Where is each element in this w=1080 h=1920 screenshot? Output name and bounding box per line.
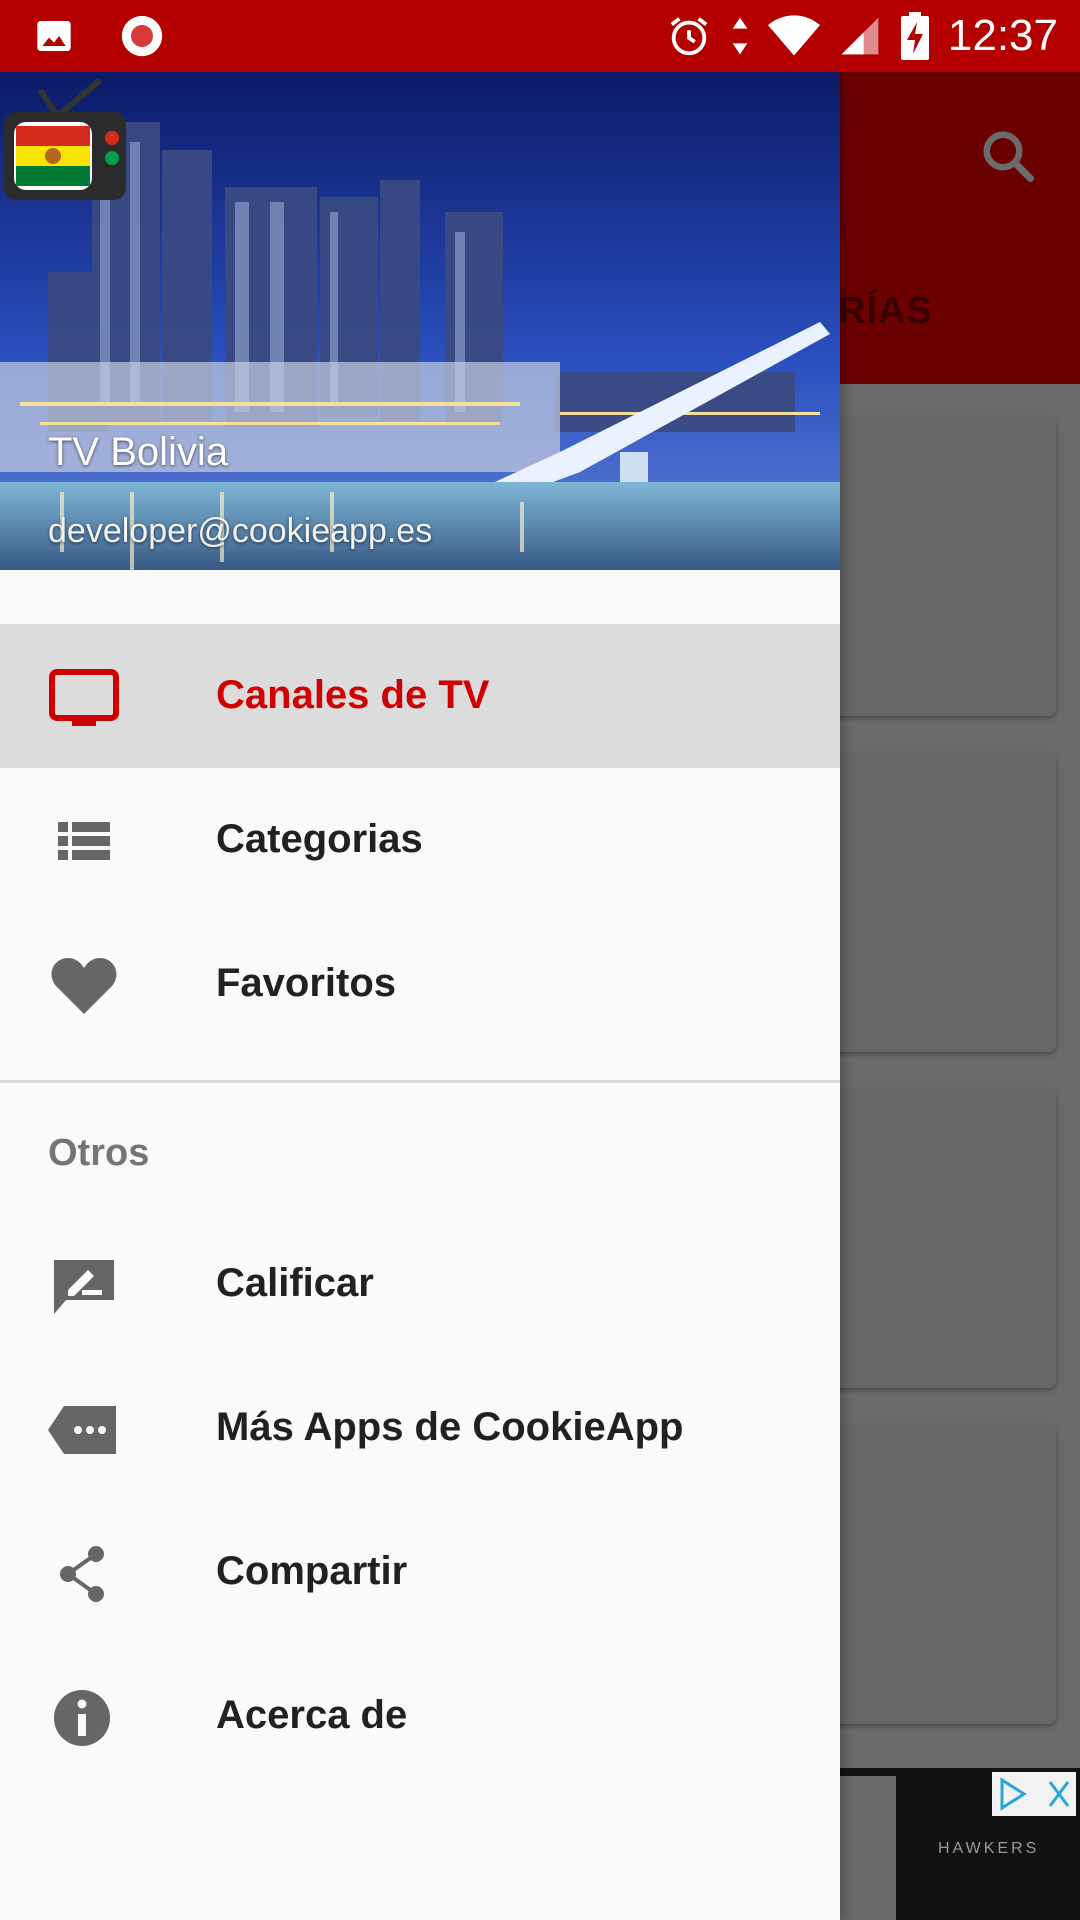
background-card (828, 1090, 1056, 1388)
menu-item-label: Calificar (216, 1261, 374, 1305)
menu-item-mas-apps[interactable]: Más Apps de CookieApp (0, 1356, 840, 1500)
info-icon (54, 1690, 110, 1746)
battery-charging-icon (900, 12, 929, 60)
heart-icon (51, 958, 117, 1014)
menu-divider (0, 1080, 840, 1083)
navigation-drawer: TV Bolivia developer@cookieapp.es Canale… (0, 72, 840, 1920)
app-name: TV Bolivia (48, 430, 229, 474)
signal-icon (841, 17, 879, 55)
account-email: developer@cookieapp.es (48, 512, 433, 550)
menu-item-categorias[interactable]: Categorias (0, 768, 840, 912)
more-tag-icon (48, 1406, 116, 1454)
background-tab-label: RÍAS (838, 290, 933, 332)
drawer-header: TV Bolivia developer@cookieapp.es (0, 72, 840, 600)
list-icon (58, 822, 110, 860)
record-icon (121, 15, 163, 57)
menu-item-calificar[interactable]: Calificar (0, 1212, 840, 1356)
menu-item-acerca-de[interactable]: Acerca de (0, 1644, 840, 1788)
search-icon[interactable] (978, 126, 1038, 186)
tv-icon (49, 669, 119, 726)
share-icon (60, 1546, 104, 1602)
menu-item-label: Categorias (216, 817, 423, 861)
section-title-otros: Otros (48, 1132, 150, 1174)
wifi-icon (767, 15, 820, 56)
alarm-icon (670, 17, 708, 56)
menu-item-label: Compartir (216, 1549, 408, 1593)
menu-item-canales-de-tv[interactable]: Canales de TV (0, 624, 840, 768)
menu-item-compartir[interactable]: Compartir (0, 1500, 840, 1644)
background-card (828, 418, 1056, 716)
ad-image (840, 1776, 896, 1920)
background-card (828, 754, 1056, 1052)
data-arrows-icon (732, 17, 748, 55)
rate-review-icon (54, 1260, 114, 1314)
status-bar: 12:37 (0, 0, 1080, 72)
tv-bolivia-logo (4, 77, 126, 200)
ad-brand: HAWKERS (938, 1840, 1040, 1857)
menu-item-label: Acerca de (216, 1693, 408, 1737)
image-icon (37, 21, 71, 51)
menu-item-favoritos[interactable]: Favoritos (0, 912, 840, 1056)
menu-item-label: Canales de TV (216, 673, 490, 717)
menu-item-label: Favoritos (216, 961, 397, 1005)
background-card (828, 1426, 1056, 1724)
ad-close-icon[interactable] (992, 1772, 1076, 1816)
ad-banner[interactable]: HAWKERS (840, 1768, 1080, 1920)
menu-item-label: Más Apps de CookieApp (216, 1405, 684, 1449)
clock: 12:37 (947, 11, 1058, 60)
